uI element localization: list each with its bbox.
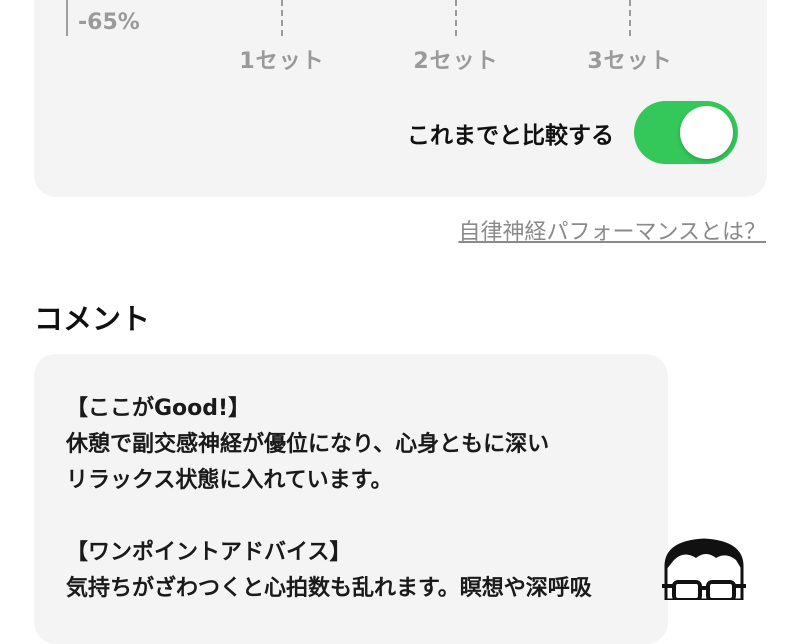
chart-axis-label: -65% bbox=[78, 10, 140, 35]
comment-section-title: コメント bbox=[34, 302, 151, 336]
set-label-2: 2セット bbox=[413, 49, 499, 74]
set-tick-2 bbox=[455, 0, 457, 36]
comment-line: 休憩で副交感神経が優位になり、心身ともに深い bbox=[66, 432, 550, 457]
chart-y-axis bbox=[66, 0, 68, 36]
set-label-1: 1セット bbox=[239, 49, 325, 74]
set-tick-3 bbox=[629, 0, 631, 36]
performance-chart-card bbox=[34, 0, 767, 197]
comment-line: リラックス状態に入れています。 bbox=[66, 468, 393, 493]
glasses-man-avatar-icon bbox=[662, 538, 746, 600]
autonomic-performance-help-link[interactable]: 自律神経パフォーマンスとは？ bbox=[458, 214, 766, 246]
compare-toggle-label: これまでと比較する bbox=[407, 123, 614, 149]
comment-advice-heading: 【ワンポイントアドバイス】 bbox=[66, 540, 352, 565]
comment-good-heading: 【ここがGood!】 bbox=[66, 396, 251, 421]
toggle-knob bbox=[680, 106, 733, 159]
set-label-3: 3セット bbox=[587, 49, 673, 74]
comment-line: 気持ちがざわつくと心拍数も乱れます。瞑想や深呼吸 bbox=[66, 576, 592, 601]
set-tick-1 bbox=[281, 0, 283, 36]
compare-toggle[interactable] bbox=[634, 101, 738, 164]
